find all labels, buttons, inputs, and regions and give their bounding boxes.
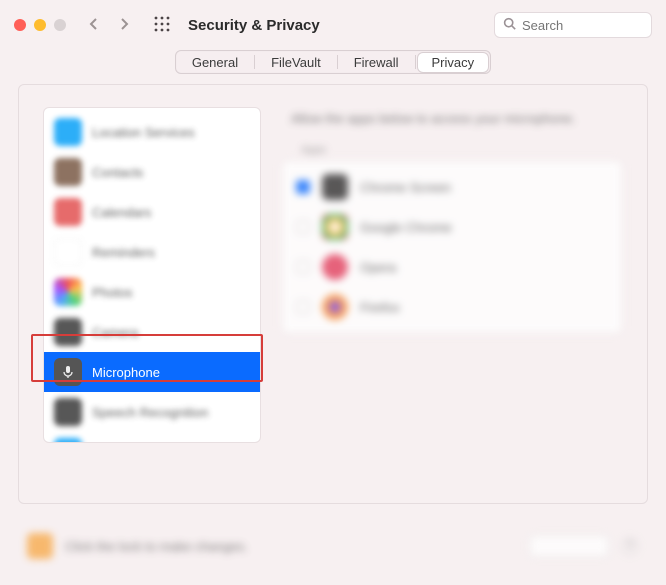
sidebar-item-contacts[interactable]: Contacts — [44, 152, 260, 192]
sidebar-item-label: Calendars — [92, 205, 151, 220]
app-row[interactable]: Chrome Screen — [282, 167, 622, 207]
sidebar-item-label: Location Services — [92, 125, 195, 140]
app-checkbox[interactable] — [296, 300, 310, 314]
tab-filevault[interactable]: FileVault — [257, 53, 335, 72]
detail-pane: Allow the apps below to access your micr… — [281, 107, 623, 443]
sidebar-item-photos[interactable]: Photos — [44, 272, 260, 312]
camera-icon — [54, 318, 82, 346]
calendars-icon — [54, 198, 82, 226]
app-row[interactable]: Opera — [282, 247, 622, 287]
app-name: Firefox — [360, 300, 400, 315]
accessibility-icon — [54, 438, 82, 443]
toolbar: Security & Privacy — [0, 0, 666, 50]
zoom-window-button[interactable] — [54, 19, 66, 31]
sidebar-item-speech[interactable]: Speech Recognition — [44, 392, 260, 432]
lock-icon[interactable] — [27, 533, 53, 559]
sidebar-item-label: Reminders — [92, 245, 155, 260]
sidebar-item-label: Camera — [92, 325, 138, 340]
window-title: Security & Privacy — [188, 17, 320, 34]
app-icon — [322, 254, 348, 280]
app-name: Chrome Screen — [360, 180, 451, 195]
privacy-sidebar: Location Services Contacts Calendars Rem… — [43, 107, 261, 443]
back-button[interactable] — [86, 16, 102, 35]
category-label: Apps — [301, 144, 623, 156]
sidebar-item-label: Photos — [92, 285, 132, 300]
contacts-icon — [54, 158, 82, 186]
app-row[interactable]: Firefox — [282, 287, 622, 327]
search-input[interactable] — [522, 18, 643, 33]
photos-icon — [54, 278, 82, 306]
app-checkbox[interactable] — [296, 260, 310, 274]
app-row[interactable]: Google Chrome — [282, 207, 622, 247]
sidebar-item-accessibility[interactable]: Accessibility — [44, 432, 260, 443]
app-checkbox[interactable] — [296, 220, 310, 234]
window-controls — [14, 19, 66, 31]
tab-general[interactable]: General — [178, 53, 252, 72]
sidebar-item-label: Speech Recognition — [92, 405, 208, 420]
sidebar-item-location[interactable]: Location Services — [44, 112, 260, 152]
app-name: Google Chrome — [360, 220, 452, 235]
footer-row: Click the lock to make changes. ? — [19, 533, 647, 559]
detail-header: Allow the apps below to access your micr… — [291, 111, 623, 126]
app-list: Chrome Screen Google Chrome Opera Firefo… — [281, 160, 623, 334]
sidebar-item-label: Contacts — [92, 165, 143, 180]
close-window-button[interactable] — [14, 19, 26, 31]
reminders-icon — [54, 238, 82, 266]
show-all-prefs-button[interactable] — [154, 16, 170, 35]
tab-firewall[interactable]: Firewall — [340, 53, 413, 72]
forward-button[interactable] — [116, 16, 132, 35]
tab-bar: General FileVault Firewall Privacy — [175, 50, 491, 74]
app-checkbox[interactable] — [296, 180, 310, 194]
search-icon — [503, 17, 516, 33]
app-name: Opera — [360, 260, 396, 275]
app-icon — [322, 174, 348, 200]
location-icon — [54, 118, 82, 146]
sidebar-item-calendars[interactable]: Calendars — [44, 192, 260, 232]
prefs-panel: Location Services Contacts Calendars Rem… — [18, 84, 648, 504]
sidebar-item-camera[interactable]: Camera — [44, 312, 260, 352]
tab-privacy[interactable]: Privacy — [418, 53, 489, 72]
lock-text: Click the lock to make changes. — [65, 539, 517, 554]
app-icon — [322, 294, 348, 320]
app-icon — [322, 214, 348, 240]
microphone-icon — [54, 358, 82, 386]
search-field[interactable] — [494, 12, 652, 38]
sidebar-item-reminders[interactable]: Reminders — [44, 232, 260, 272]
minimize-window-button[interactable] — [34, 19, 46, 31]
advanced-button[interactable] — [529, 535, 609, 557]
sidebar-item-microphone[interactable]: Microphone — [44, 352, 260, 392]
sidebar-item-label: Microphone — [92, 365, 160, 380]
speech-icon — [54, 398, 82, 426]
help-button[interactable]: ? — [621, 537, 639, 555]
